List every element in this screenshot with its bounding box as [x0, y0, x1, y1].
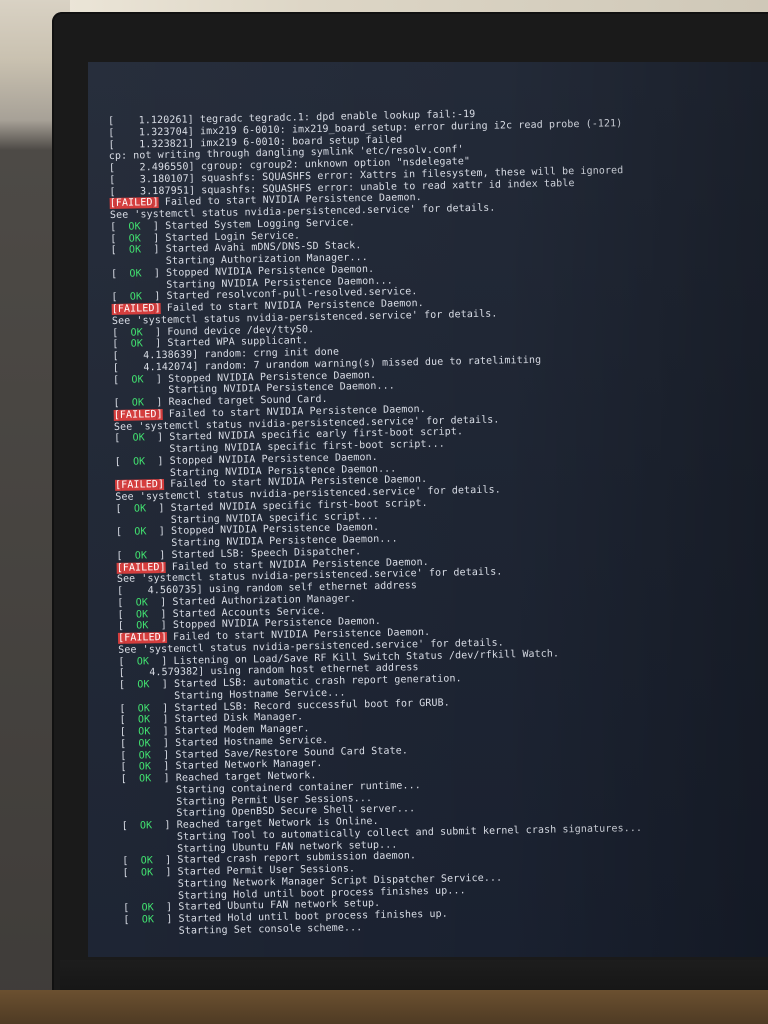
ok-status-badge: OK [122, 549, 160, 562]
ok-status-badge: OK [116, 232, 154, 245]
desk-surface [0, 990, 768, 1024]
ok-status-badge: OK [129, 914, 167, 926]
ok-status-badge: OK [117, 267, 154, 280]
monitor-screen: [ 1.120261] tegradc tegradc.1: dpd enabl… [88, 62, 768, 957]
ok-status-badge: OK [118, 326, 156, 339]
failed-status-badge: FAILED [122, 561, 160, 574]
ok-status-badge: OK [128, 867, 166, 879]
ok-status-badge: OK [126, 761, 164, 774]
ok-status-badge: OK [126, 749, 164, 762]
ok-status-badge: OK [126, 737, 164, 750]
ok-status-badge: OK [126, 773, 164, 785]
ok-status-badge: OK [129, 902, 167, 914]
failed-status-badge: FAILED [117, 303, 155, 315]
ok-status-badge: OK [118, 338, 156, 351]
ok-status-badge: OK [125, 726, 163, 738]
ok-status-badge: OK [119, 397, 157, 409]
ok-status-badge: OK [120, 432, 158, 445]
ok-status-badge: OK [116, 220, 154, 233]
ok-status-badge: OK [123, 620, 161, 633]
ok-status-badge: OK [127, 820, 165, 832]
ok-status-badge: OK [125, 702, 163, 715]
ok-status-badge: OK [125, 714, 163, 727]
failed-status-badge: FAILED [115, 197, 153, 210]
failed-status-badge: FAILED [119, 408, 157, 421]
ok-status-badge: OK [124, 655, 162, 668]
ok-status-badge: OK [116, 244, 154, 257]
ok-status-badge: OK [121, 502, 159, 515]
ok-status-badge: OK [120, 455, 158, 468]
ok-status-badge: OK [119, 373, 157, 386]
ok-status-badge: OK [117, 291, 155, 304]
ok-status-badge: OK [128, 855, 166, 867]
boot-console: [ 1.120261] tegradc tegradc.1: dpd enabl… [108, 104, 724, 938]
failed-status-badge: FAILED [121, 479, 159, 492]
ok-status-badge: OK [122, 526, 159, 539]
ok-status-badge: OK [123, 596, 161, 609]
ok-status-badge: OK [123, 608, 161, 621]
failed-status-badge: FAILED [124, 632, 161, 644]
ok-status-badge: OK [124, 679, 162, 691]
